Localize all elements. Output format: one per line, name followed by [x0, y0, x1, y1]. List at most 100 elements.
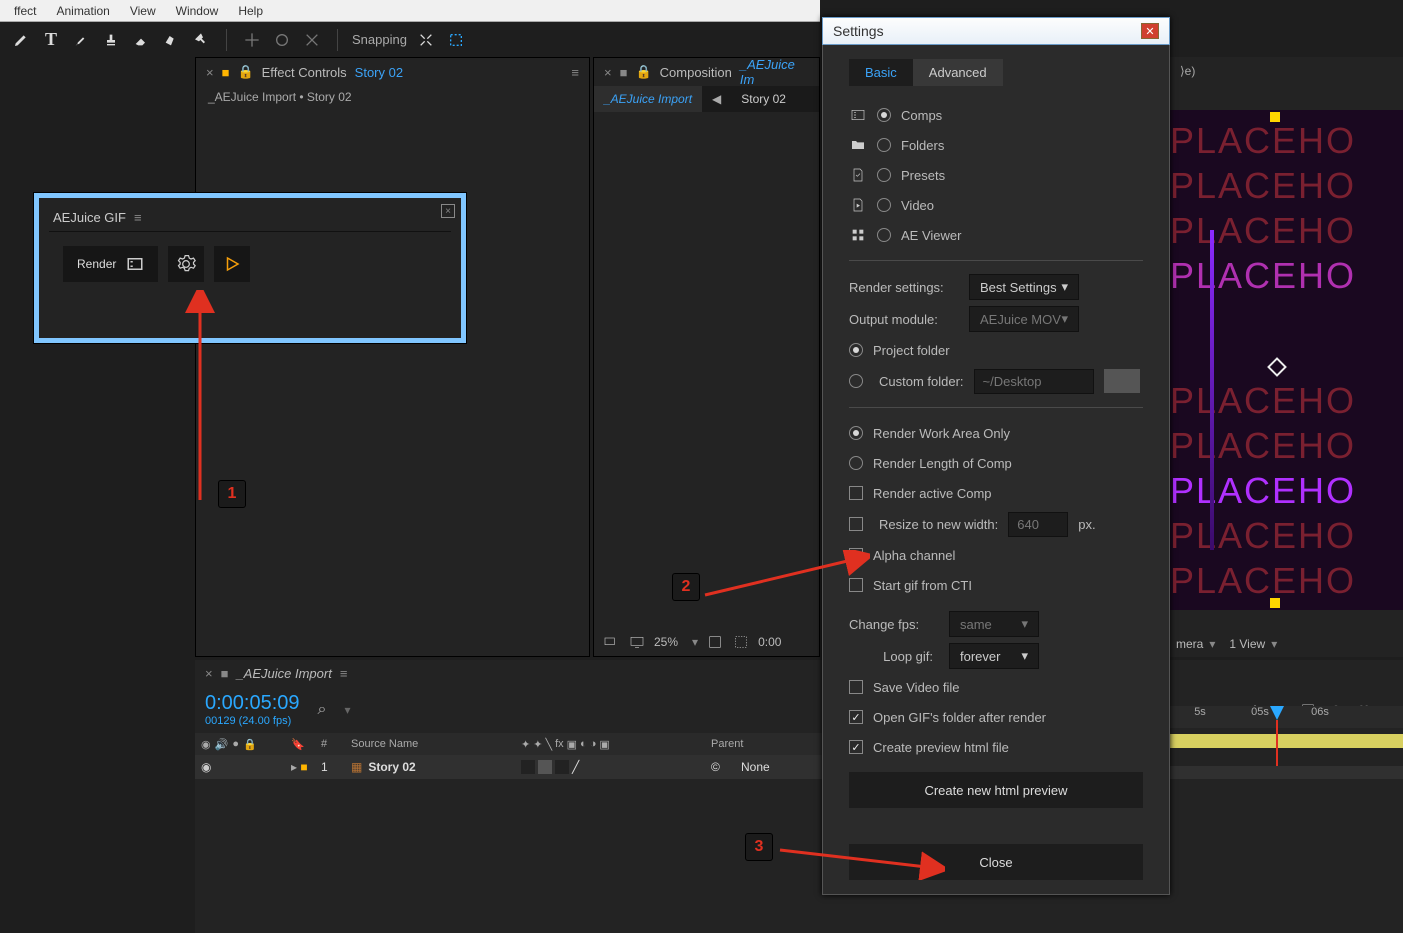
switch-cell[interactable]: [538, 760, 552, 774]
resize-input[interactable]: 640: [1008, 512, 1068, 537]
display-icon[interactable]: [628, 633, 646, 651]
resolution-icon[interactable]: [706, 633, 724, 651]
snap-expand-icon[interactable]: [415, 29, 437, 51]
type-aeviewer[interactable]: AE Viewer: [901, 228, 961, 243]
panel-menu-icon[interactable]: ≡: [134, 210, 142, 225]
browse-button[interactable]: [1104, 369, 1140, 393]
camera-label[interactable]: mera: [1176, 637, 1203, 651]
radio-presets[interactable]: [877, 168, 891, 182]
tab-advanced[interactable]: Advanced: [913, 59, 1003, 86]
tab-basic[interactable]: Basic: [849, 59, 913, 86]
dialog-titlebar[interactable]: Settings ✕: [822, 17, 1170, 45]
panel-menu-icon[interactable]: ≡: [340, 666, 348, 681]
open-folder-label[interactable]: Open GIF's folder after render: [873, 710, 1046, 725]
radio-custom-folder[interactable]: [849, 374, 863, 388]
viewer-tab[interactable]: ⟩e): [1170, 57, 1403, 85]
radio-video[interactable]: [877, 198, 891, 212]
menu-window[interactable]: Window: [166, 2, 229, 20]
menu-view[interactable]: View: [120, 2, 166, 20]
save-video-label[interactable]: Save Video file: [873, 680, 960, 695]
mask-icon[interactable]: [732, 633, 750, 651]
cti-label[interactable]: Start gif from CTI: [873, 578, 972, 593]
handle-icon[interactable]: [1270, 112, 1280, 122]
create-preview-button[interactable]: Create new html preview: [849, 772, 1143, 808]
time-ruler[interactable]: 5s 05s 06s: [1170, 706, 1403, 728]
check-resize[interactable]: [849, 517, 863, 531]
render-work-area-label[interactable]: Render Work Area Only: [873, 426, 1010, 441]
render-button[interactable]: Render: [63, 246, 158, 282]
project-folder-label[interactable]: Project folder: [873, 343, 950, 358]
type-comps[interactable]: Comps: [901, 108, 942, 123]
anchor-icon[interactable]: [1267, 357, 1287, 377]
settings-button[interactable]: [168, 246, 204, 282]
twirl-icon[interactable]: ▸: [291, 760, 297, 774]
switch-cell[interactable]: [521, 760, 535, 774]
dropdown-icon[interactable]: ▾: [692, 635, 698, 649]
type-video[interactable]: Video: [901, 198, 934, 213]
dropdown-icon[interactable]: ▾: [345, 703, 351, 717]
zoom-value[interactable]: 25%: [654, 635, 678, 649]
check-save-video[interactable]: [849, 680, 863, 694]
menu-animation[interactable]: Animation: [46, 2, 119, 20]
brush-tool-icon[interactable]: [70, 29, 92, 51]
type-folders[interactable]: Folders: [901, 138, 944, 153]
playhead[interactable]: [1270, 706, 1284, 766]
snapping-label[interactable]: Snapping: [352, 32, 407, 47]
radio-work-area[interactable]: [849, 426, 863, 440]
check-alpha[interactable]: [849, 548, 863, 562]
timeline-tab[interactable]: _AEJuice Import: [236, 666, 331, 681]
eraser-tool-icon[interactable]: [130, 29, 152, 51]
magnify-icon[interactable]: [602, 633, 620, 651]
comp-tab-active[interactable]: _AEJuice Import: [594, 86, 702, 112]
type-presets[interactable]: Presets: [901, 168, 945, 183]
radio-aeviewer[interactable]: [877, 228, 891, 242]
row-name[interactable]: Story 02: [368, 760, 415, 774]
radio-comp-length[interactable]: [849, 456, 863, 470]
panel-item[interactable]: Story 02: [355, 65, 403, 80]
radio-folders[interactable]: [877, 138, 891, 152]
snap-collapse-icon[interactable]: [445, 29, 467, 51]
search-icon[interactable]: ⌕: [318, 701, 327, 719]
panel-menu-icon[interactable]: ≡: [571, 65, 579, 80]
menu-effect[interactable]: ffect: [4, 2, 46, 20]
eye-toggle[interactable]: ◉: [201, 760, 211, 774]
stamp-tool-icon[interactable]: [100, 29, 122, 51]
label-color-icon[interactable]: ■: [300, 760, 307, 774]
col-number[interactable]: #: [315, 738, 345, 750]
switch-slash-icon[interactable]: ╱: [572, 760, 579, 774]
close-button[interactable]: Close: [849, 844, 1143, 880]
close-icon[interactable]: ✕: [1141, 23, 1159, 39]
panel-close-icon[interactable]: ×: [441, 204, 455, 218]
alpha-label[interactable]: Alpha channel: [873, 548, 955, 563]
type-tool-icon[interactable]: T: [40, 29, 62, 51]
close-tab-icon[interactable]: ×: [206, 65, 214, 80]
change-fps-select[interactable]: same▾: [949, 611, 1039, 637]
pen-tool-icon[interactable]: [10, 29, 32, 51]
pickwhip-icon[interactable]: ©: [711, 760, 720, 774]
render-length-label[interactable]: Render Length of Comp: [873, 456, 1012, 471]
axis-local-icon[interactable]: [241, 29, 263, 51]
axis-view-icon[interactable]: [301, 29, 323, 51]
check-active-comp[interactable]: [849, 486, 863, 500]
render-active-label[interactable]: Render active Comp: [873, 486, 992, 501]
close-tab-icon[interactable]: ×: [604, 65, 612, 80]
dropdown-icon[interactable]: ▾: [1271, 637, 1277, 651]
timecode[interactable]: 0:00:05:09: [205, 692, 300, 715]
layer-bar[interactable]: [1170, 734, 1403, 748]
pin-tool-icon[interactable]: [190, 29, 212, 51]
loop-gif-select[interactable]: forever▾: [949, 643, 1039, 669]
comp-tab-nav-back-icon[interactable]: ◀: [702, 86, 731, 112]
switch-cell[interactable]: [555, 760, 569, 774]
lock-icon[interactable]: 🔒: [237, 64, 253, 80]
create-preview-label[interactable]: Create preview html file: [873, 740, 1009, 755]
radio-project-folder[interactable]: [849, 343, 863, 357]
panel-item[interactable]: _AEJuice Im: [740, 57, 809, 87]
render-settings-select[interactable]: Best Settings▾: [969, 274, 1079, 300]
dropdown-icon[interactable]: ▾: [1209, 637, 1215, 651]
menu-help[interactable]: Help: [228, 2, 273, 20]
comp-tab-other[interactable]: Story 02: [731, 86, 796, 112]
col-source[interactable]: Source Name: [345, 738, 515, 750]
row-parent[interactable]: None: [735, 760, 776, 774]
axis-world-icon[interactable]: [271, 29, 293, 51]
col-parent[interactable]: Parent: [705, 738, 765, 750]
